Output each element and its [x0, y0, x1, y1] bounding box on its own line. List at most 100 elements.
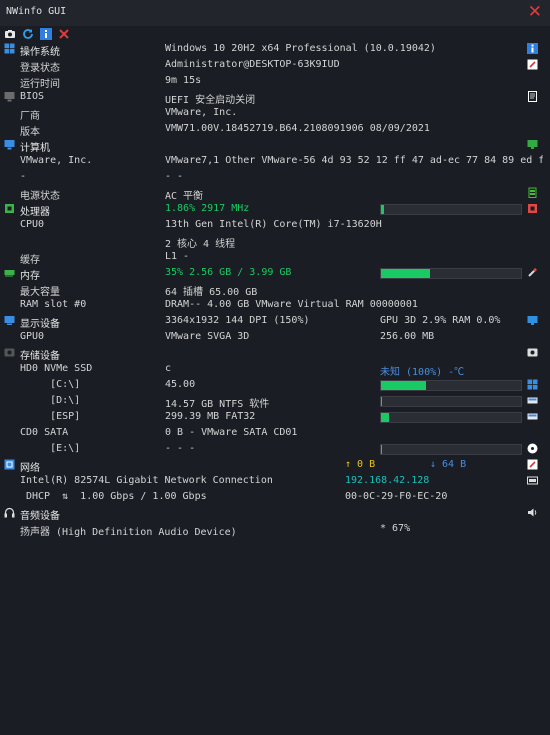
info-row: 扬声器 (High Definition Audio Device) * 67% — [0, 521, 550, 538]
row-label: DHCP ⇅ 1.00 Gbps / 1.00 Gbps — [26, 491, 207, 502]
refresh-icon[interactable] — [22, 28, 34, 40]
cpu-icon — [5, 204, 14, 213]
usage-bar-fill — [381, 381, 426, 390]
row-value: Windows 10 20H2 x64 Professional (10.0.1… — [165, 43, 436, 54]
row-label: 厂商 — [20, 111, 40, 122]
info-row: [ESP] 299.39 MB FAT32 — [0, 409, 550, 425]
usage-bar — [380, 268, 522, 279]
info-row: CD0 SATA 0 B - VMware SATA CD01 — [0, 425, 550, 441]
row-label: 网络 — [20, 463, 40, 474]
row-value: AC 平衡 — [165, 191, 204, 202]
info-row: -- - — [0, 169, 550, 185]
info-row: 电源状态 AC 平衡 — [0, 185, 550, 202]
usage-bar-fill — [381, 205, 384, 214]
row-label: [E:\] — [20, 443, 81, 454]
row-value: 1.86% 2917 MHz — [165, 203, 250, 214]
usage-bar — [380, 412, 522, 423]
row-label: 显示设备 — [20, 319, 60, 330]
row-value: 0 B - VMware SATA CD01 — [165, 427, 298, 438]
info-icon[interactable] — [40, 28, 52, 40]
edit-icon[interactable] — [527, 459, 538, 470]
edit-icon[interactable] — [527, 59, 538, 70]
info-row: 存储设备 — [0, 345, 550, 362]
computer-icon — [4, 140, 15, 150]
row-value: 14.57 GB NTFS 软件 — [165, 399, 270, 410]
row-label: [C:\] — [20, 379, 81, 390]
network-card-icon[interactable] — [527, 475, 538, 486]
usage-bar-fill — [381, 269, 430, 278]
info-row: CPU0 13th Gen Intel(R) Core(TM) i7-13620H — [0, 217, 550, 233]
row-value-secondary: 256.00 MB — [380, 331, 435, 342]
info-row: GPU0 VMware SVGA 3D 256.00 MB — [0, 329, 550, 345]
row-label: Intel(R) 82574L Gigabit Network Connecti… — [20, 475, 273, 486]
row-value: VMware SVGA 3D — [165, 331, 250, 342]
info-row: 计算机 — [0, 137, 550, 154]
info-row: VMware, Inc. VMware7,1 Other VMware-56 4d… — [0, 153, 550, 169]
row-label: 电源状态 — [20, 191, 60, 202]
monitor-icon[interactable] — [527, 315, 538, 326]
row-value: 00-0C-29-F0-EC-20 — [345, 491, 448, 502]
network-icon — [4, 459, 15, 470]
row-value: 192.168.42.128 — [345, 475, 430, 486]
row-value: 45.00 — [165, 379, 196, 390]
cpu-chip-icon[interactable] — [527, 203, 538, 214]
row-value: L1 - — [165, 251, 190, 262]
monitor-icon[interactable] — [527, 139, 538, 150]
row-value-secondary: ↓ 64 B — [430, 459, 467, 470]
row-label: GPU0 — [20, 331, 45, 342]
disk-icon[interactable] — [527, 347, 538, 358]
row-label: CD0 SATA — [20, 427, 69, 438]
row-label: [D:\] — [20, 395, 81, 406]
row-label: 音频设备 — [20, 511, 60, 522]
cd-icon[interactable] — [527, 443, 538, 454]
row-label: 登录状态 — [20, 63, 60, 74]
info-row: BIOS UEFI 安全启动关闭 — [0, 89, 550, 106]
row-label: - — [20, 171, 27, 182]
camera-icon[interactable] — [4, 28, 16, 40]
info-row: Intel(R) 82574L Gigabit Network Connecti… — [0, 473, 550, 489]
usage-bar-fill — [381, 397, 383, 406]
row-value: 35% 2.56 GB / 3.99 GB — [165, 267, 292, 278]
info-row: [D:\] 14.57 GB NTFS 软件 — [0, 393, 550, 410]
row-value-secondary: GPU 3D 2.9% RAM 0.0% — [380, 315, 501, 326]
row-value: 13th Gen Intel(R) Core(TM) i7-13620H — [165, 219, 382, 230]
row-value: 299.39 MB FAT32 — [165, 411, 256, 422]
drive-icon[interactable] — [527, 411, 538, 422]
row-label: 最大容量 — [20, 287, 60, 298]
row-label: 内存 — [20, 271, 40, 282]
info-row: RAM slot #0 DRAM-- 4.00 GB VMware Virtual… — [0, 297, 550, 313]
row-value: 64 插槽 65.00 GB — [165, 287, 258, 298]
speaker-icon[interactable] — [527, 507, 538, 518]
document-icon[interactable] — [527, 91, 538, 102]
info-row: 最大容量 64 插槽 65.00 GB — [0, 281, 550, 298]
row-value: c — [165, 363, 172, 374]
close-window-icon[interactable]: ✕ — [528, 2, 542, 22]
info-row: DHCP ⇅ 1.00 Gbps / 1.00 Gbps 00-0C-29-F0-… — [0, 489, 550, 505]
info-row: 音频设备 — [0, 505, 550, 522]
info-row: 操作系统 Windows 10 20H2 x64 Professional (10… — [0, 41, 550, 58]
info-row: [C:\] 45.00 — [0, 377, 550, 393]
battery-icon[interactable] — [527, 187, 538, 198]
storage-icon — [4, 348, 15, 357]
info-icon[interactable] — [527, 43, 538, 54]
close-red-icon[interactable] — [58, 28, 70, 40]
info-row: 2 核心 4 线程 — [0, 233, 550, 250]
drive-icon[interactable] — [527, 395, 538, 406]
windows-icon — [4, 43, 15, 54]
row-label: 计算机 — [20, 143, 50, 154]
row-value: 2 核心 4 线程 — [165, 239, 236, 250]
row-label: 版本 — [20, 127, 40, 138]
windows-icon[interactable] — [527, 379, 538, 390]
info-row: 运行时间 9m 15s — [0, 73, 550, 90]
window-title: NWinfo GUI — [6, 6, 67, 17]
row-value: ↑ 0 B — [345, 459, 376, 470]
row-label: 操作系统 — [20, 47, 60, 58]
row-label: 处理器 — [20, 207, 50, 218]
rocket-icon[interactable] — [527, 267, 538, 278]
info-row: 处理器 1.86% 2917 MHz — [0, 201, 550, 218]
info-row: 版本 VMW71.00V.18452719.B64.2108091906 08/0… — [0, 121, 550, 138]
memory-icon — [4, 270, 15, 277]
info-row: HD0 NVMe SSD c 未知 (100%) -℃ — [0, 361, 550, 378]
info-row: 网络 ↑ 0 B ↓ 64 B — [0, 457, 550, 474]
row-value: VMware7,1 Other VMware-56 4d 93 52 12 ff… — [165, 155, 543, 166]
